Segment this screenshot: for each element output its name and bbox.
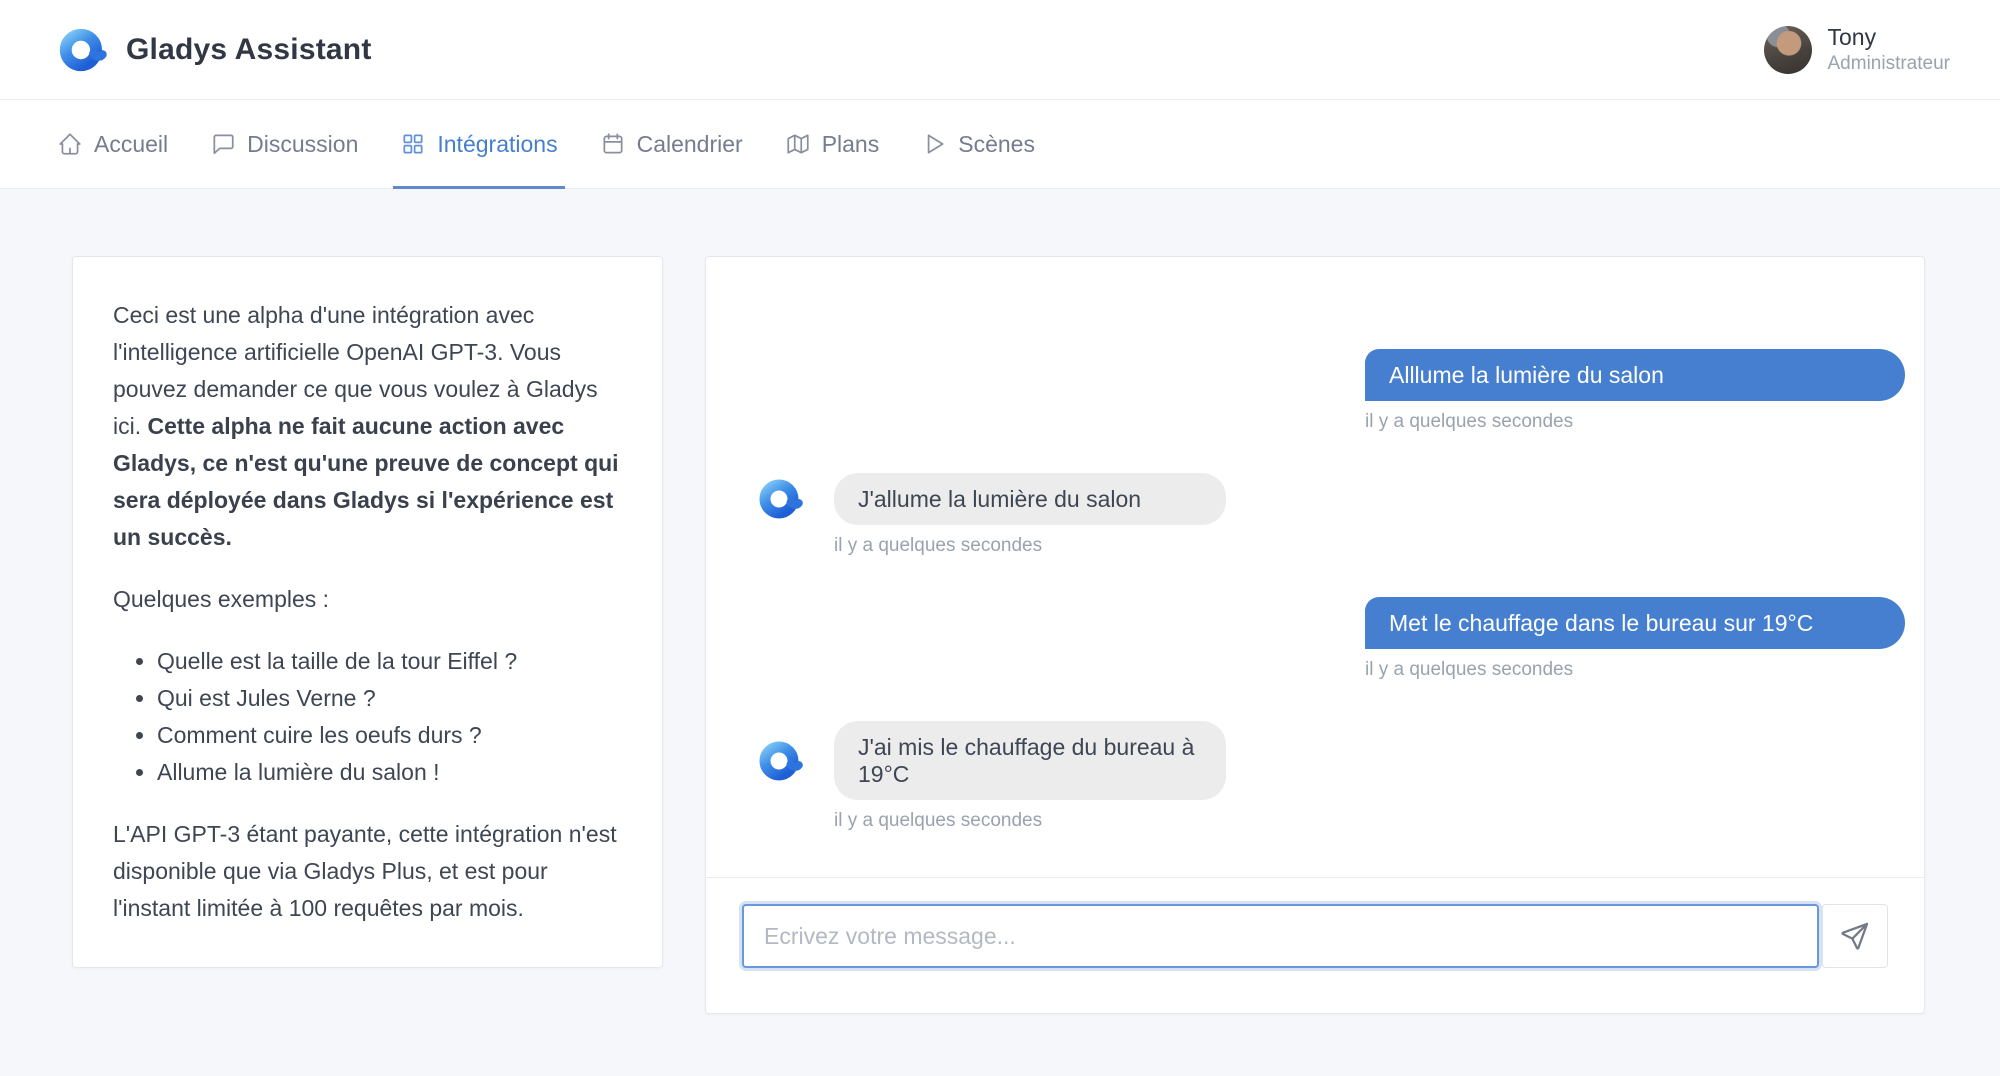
nav-item-accueil[interactable]: Accueil <box>36 100 189 188</box>
chat-message-assistant: J'ai mis le chauffage du bureau à 19°C i… <box>756 721 1905 832</box>
avatar[interactable] <box>1764 26 1812 74</box>
message-icon <box>210 131 236 157</box>
main-nav: Accueil Discussion Intégrations Calendri… <box>0 100 2000 189</box>
examples-title: Quelques exemples : <box>113 581 622 618</box>
nav-label: Scènes <box>958 131 1035 158</box>
app-title: Gladys Assistant <box>126 33 372 67</box>
nav-item-calendrier[interactable]: Calendrier <box>579 100 764 188</box>
grid-icon <box>400 131 426 157</box>
nav-item-discussion[interactable]: Discussion <box>189 100 379 188</box>
user-name: Tony <box>1828 23 1951 52</box>
brand[interactable]: Gladys Assistant <box>56 24 372 76</box>
user-role: Administrateur <box>1828 52 1951 76</box>
send-button[interactable] <box>1822 904 1888 968</box>
play-icon <box>921 131 947 157</box>
nav-label: Intégrations <box>437 131 557 158</box>
message-timestamp: il y a quelques secondes <box>1365 410 1905 433</box>
calendar-icon <box>600 131 626 157</box>
examples-list: Quelle est la taille de la tour Eiffel ?… <box>113 643 622 791</box>
chat-card: Alllume la lumière du salon il y a quelq… <box>705 256 1925 1014</box>
page-content: Ceci est une alpha d'une intégration ave… <box>0 189 2000 1014</box>
nav-label: Accueil <box>94 131 168 158</box>
gladys-logo-icon <box>56 24 108 76</box>
message-bubble: J'ai mis le chauffage du bureau à 19°C <box>834 721 1226 800</box>
chat-message-assistant: J'allume la lumière du salon il y a quel… <box>756 473 1905 557</box>
nav-item-integrations[interactable]: Intégrations <box>379 100 578 188</box>
send-icon <box>1839 920 1871 952</box>
chat-message-user: Met le chauffage dans le bureau sur 19°C… <box>756 597 1905 681</box>
message-timestamp: il y a quelques secondes <box>834 534 1905 557</box>
gladys-avatar-icon <box>756 737 804 785</box>
user-menu[interactable]: Tony Administrateur <box>1764 23 1951 76</box>
message-bubble: Alllume la lumière du salon <box>1365 349 1905 401</box>
map-icon <box>785 131 811 157</box>
list-item: Comment cuire les oeufs durs ? <box>157 717 622 754</box>
nav-label: Calendrier <box>637 131 743 158</box>
chat-footer <box>706 877 1924 1013</box>
list-item: Allume la lumière du salon ! <box>157 754 622 791</box>
message-bubble: J'allume la lumière du salon <box>834 473 1226 525</box>
home-icon <box>57 131 83 157</box>
api-limit-paragraph: L'API GPT-3 étant payante, cette intégra… <box>113 816 622 927</box>
message-timestamp: il y a quelques secondes <box>834 809 1905 832</box>
intro-paragraph: Ceci est une alpha d'une intégration ave… <box>113 297 622 556</box>
nav-label: Discussion <box>247 131 358 158</box>
message-timestamp: il y a quelques secondes <box>1365 658 1905 681</box>
gladys-avatar-icon <box>756 475 804 523</box>
nav-item-scenes[interactable]: Scènes <box>900 100 1056 188</box>
intro-paragraph-bold: Cette alpha ne fait aucune action avec G… <box>113 413 619 550</box>
list-item: Qui est Jules Verne ? <box>157 680 622 717</box>
integration-info-card: Ceci est une alpha d'une intégration ave… <box>72 256 663 968</box>
nav-label: Plans <box>822 131 880 158</box>
list-item: Quelle est la taille de la tour Eiffel ? <box>157 643 622 680</box>
message-input[interactable] <box>742 904 1819 968</box>
message-bubble: Met le chauffage dans le bureau sur 19°C <box>1365 597 1905 649</box>
nav-item-plans[interactable]: Plans <box>764 100 901 188</box>
chat-messages: Alllume la lumière du salon il y a quelq… <box>706 257 1924 877</box>
app-header: Gladys Assistant Tony Administrateur <box>0 0 2000 100</box>
chat-message-user: Alllume la lumière du salon il y a quelq… <box>756 349 1905 433</box>
